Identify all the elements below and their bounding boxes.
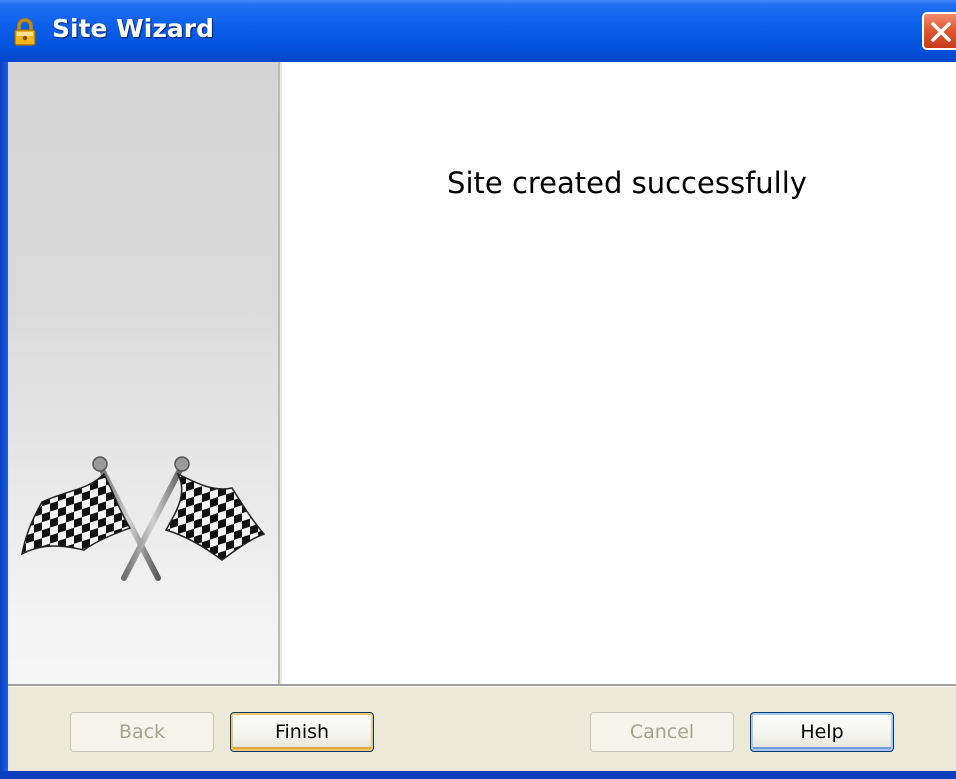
window-frame-left [0,62,8,771]
finish-button[interactable]: Finish [230,712,374,752]
wizard-body: Site created successfully Back Finish Ca… [8,62,956,771]
close-icon [931,22,951,42]
footer-divider [8,684,956,687]
cancel-button[interactable]: Cancel [590,712,734,752]
window-frame-bottom [0,771,956,779]
success-message: Site created successfully [447,166,807,200]
window-title: Site Wizard [52,14,214,43]
wizard-content: Site created successfully [282,62,956,684]
site-wizard-window: Site Wizard Site created successfully Ba… [0,0,956,779]
title-bar[interactable]: Site Wizard [0,0,956,62]
wizard-side-panel [8,62,280,684]
help-button[interactable]: Help [750,712,894,752]
close-button[interactable] [922,12,956,50]
back-button[interactable]: Back [70,712,214,752]
checkered-flags-icon [20,456,266,581]
lock-icon [12,18,38,46]
